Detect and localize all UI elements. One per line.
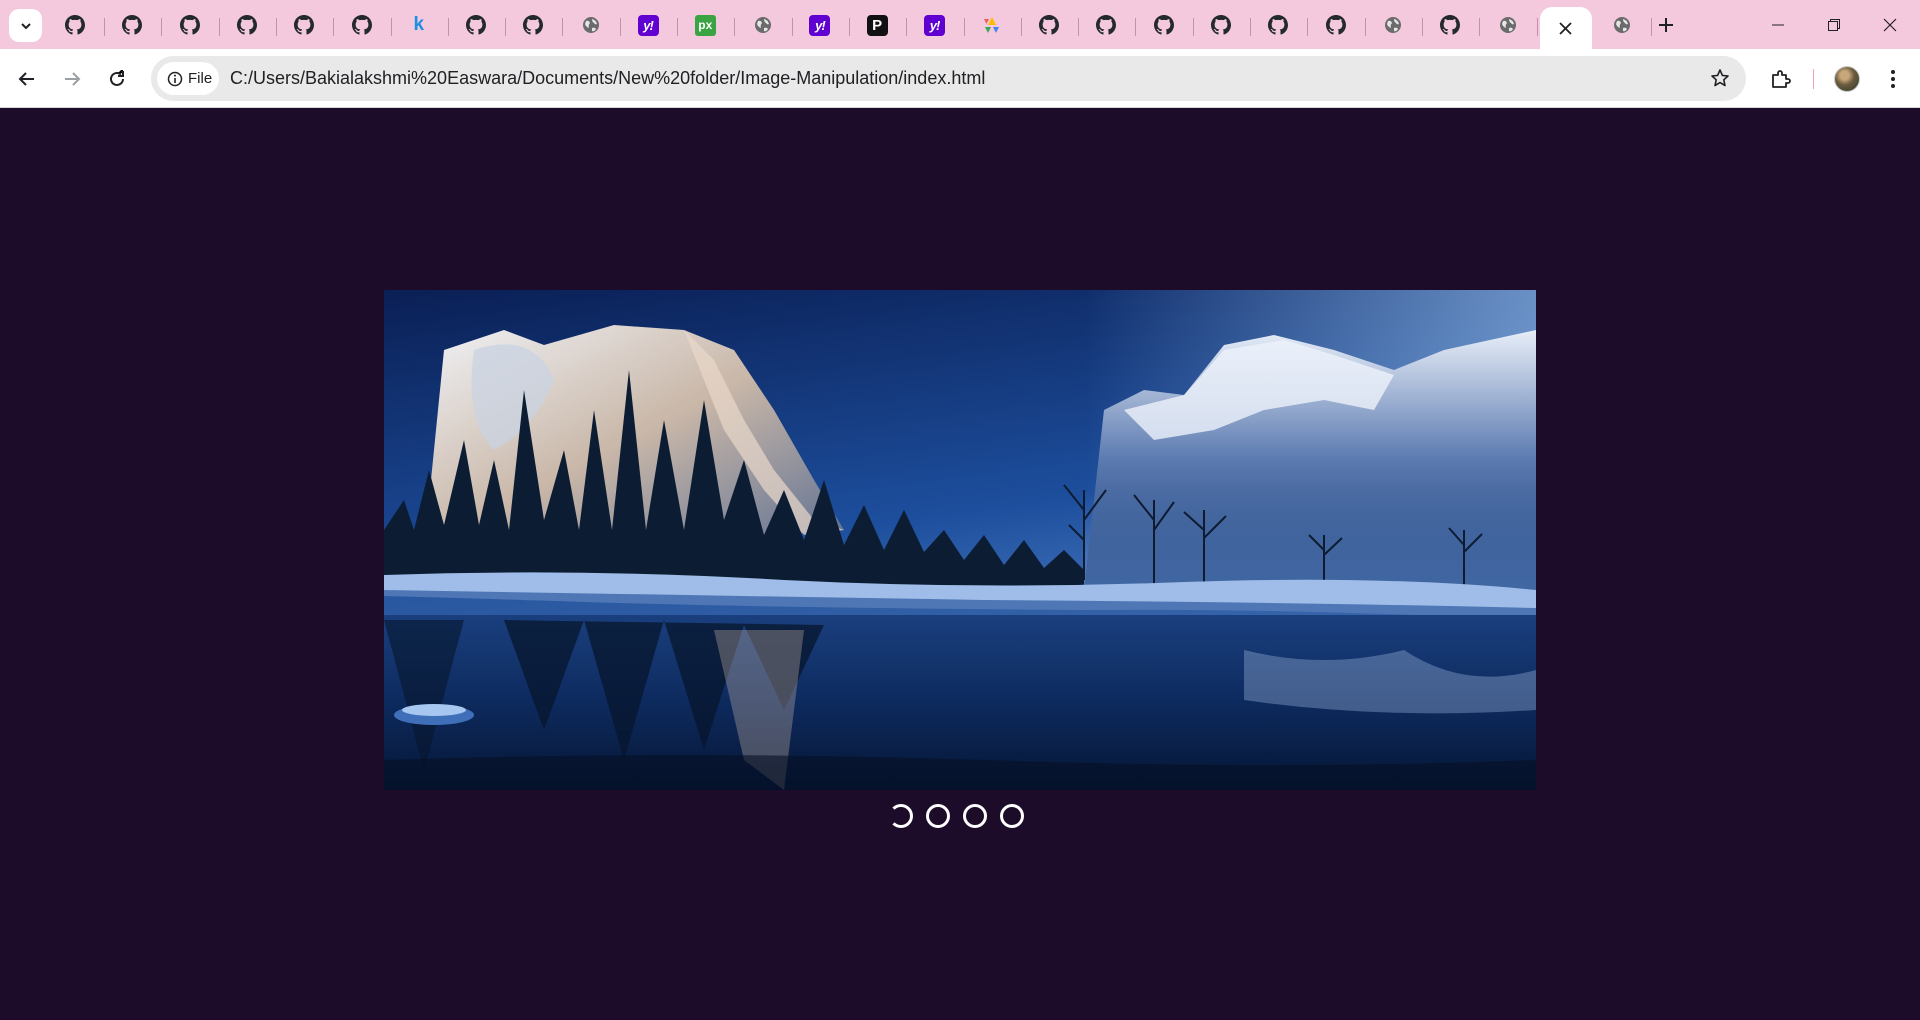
tab[interactable] (1251, 8, 1309, 42)
tab[interactable] (48, 8, 105, 42)
tab[interactable] (105, 8, 163, 42)
tab[interactable]: y! (793, 8, 850, 42)
p-icon: P (866, 14, 888, 36)
tab-search-button[interactable] (9, 9, 42, 42)
restore-icon (1828, 18, 1840, 31)
toolbar-divider (1813, 69, 1814, 89)
tab[interactable] (449, 8, 507, 42)
github-icon (1210, 14, 1232, 36)
github-icon (465, 14, 487, 36)
github-icon (1325, 14, 1347, 36)
tab[interactable]: y! (908, 8, 965, 42)
tab[interactable]: px (678, 8, 736, 42)
github-icon (1095, 14, 1117, 36)
reload-icon (110, 70, 124, 86)
url-text[interactable]: C:/Users/Bakialakshmi%20Easwara/Document… (230, 68, 985, 89)
px-icon: px (694, 14, 716, 36)
globe-icon (1497, 14, 1519, 36)
tab[interactable]: P (850, 8, 908, 42)
reload-button[interactable] (100, 62, 134, 96)
puzzle-icon (1772, 70, 1791, 88)
profile-button[interactable] (1830, 62, 1864, 96)
minimize-icon (1772, 24, 1784, 25)
github-icon (179, 14, 201, 36)
close-window-button[interactable] (1862, 0, 1918, 49)
github-icon (351, 14, 373, 36)
plus-icon (1659, 18, 1673, 32)
tab[interactable] (965, 8, 1022, 42)
bookmark-button[interactable] (1708, 66, 1732, 90)
slider-dot-1[interactable] (889, 804, 913, 828)
info-icon (167, 71, 183, 86)
tab[interactable] (736, 8, 793, 42)
yahoo-icon: y! (924, 14, 946, 36)
extensions-button[interactable] (1764, 62, 1798, 96)
tab[interactable] (1595, 8, 1653, 42)
tab[interactable] (1137, 8, 1194, 42)
colorful-icon (981, 14, 1003, 36)
arrow-right-icon (65, 72, 81, 86)
site-info-label: File (188, 70, 213, 87)
avatar (1834, 66, 1860, 92)
tab[interactable]: k (392, 8, 449, 42)
kebab-menu-icon (1891, 70, 1895, 88)
site-info-chip[interactable]: File (157, 62, 219, 95)
tab[interactable] (1309, 8, 1366, 42)
restore-button[interactable] (1806, 0, 1862, 49)
tab-strip: k y! px y! Py! (0, 0, 1920, 49)
tab[interactable] (506, 8, 564, 42)
github-icon (293, 14, 315, 36)
close-icon (1883, 18, 1897, 31)
globe-icon (580, 14, 602, 36)
tab[interactable] (335, 8, 392, 42)
minimize-button[interactable] (1750, 0, 1806, 49)
new-tab-button[interactable] (1652, 11, 1680, 39)
back-button[interactable] (10, 62, 44, 96)
slider-dot-2[interactable] (926, 804, 950, 828)
forward-button[interactable] (55, 62, 89, 96)
tab[interactable] (1079, 8, 1137, 42)
globe-icon (1611, 14, 1633, 36)
tab[interactable] (1194, 8, 1251, 42)
tab-separator (1536, 18, 1538, 36)
github-icon (1153, 14, 1175, 36)
github-icon (1038, 14, 1060, 36)
github-icon (64, 14, 86, 36)
github-icon (121, 14, 143, 36)
close-icon[interactable] (1555, 17, 1577, 39)
slider-dots (889, 804, 1024, 828)
tab[interactable]: y! (621, 8, 678, 42)
github-icon (236, 14, 258, 36)
github-icon (1267, 14, 1289, 36)
tab-active[interactable] (1539, 7, 1592, 49)
globe-icon (1382, 14, 1404, 36)
tab[interactable] (564, 8, 621, 42)
tab[interactable] (1481, 8, 1538, 42)
menu-button[interactable] (1876, 62, 1910, 96)
tab[interactable] (1423, 8, 1481, 42)
image-slider (384, 290, 1536, 790)
globe-icon (752, 14, 774, 36)
chevron-down-icon (20, 22, 31, 29)
tab[interactable] (1366, 8, 1423, 42)
letter-k-icon: k (413, 14, 425, 35)
winter-lake-mountains-image (384, 290, 1536, 790)
github-icon (522, 14, 544, 36)
browser-toolbar: File C:/Users/Bakialakshmi%20Easwara/Doc… (0, 49, 1920, 108)
slider-dot-3[interactable] (963, 804, 987, 828)
tab[interactable] (163, 8, 220, 42)
tab[interactable] (220, 8, 277, 42)
slider-dot-4[interactable] (1000, 804, 1024, 828)
yahoo-icon: y! (809, 14, 831, 36)
arrow-left-icon (18, 72, 34, 86)
tab[interactable] (1022, 8, 1080, 42)
star-icon (1711, 69, 1729, 87)
yahoo-icon: y! (637, 14, 659, 36)
github-icon (1439, 14, 1461, 36)
tab[interactable] (277, 8, 335, 42)
address-bar[interactable]: File C:/Users/Bakialakshmi%20Easwara/Doc… (151, 56, 1746, 101)
